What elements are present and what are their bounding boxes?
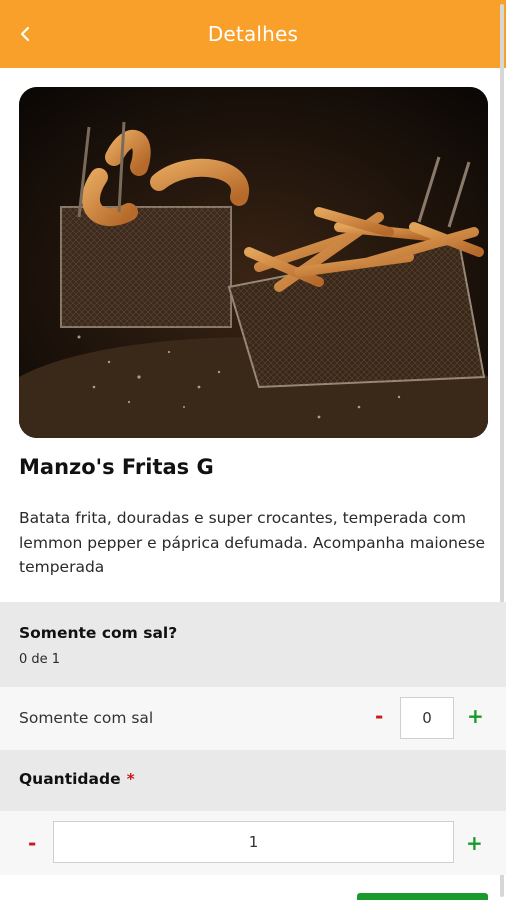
quantity-header: Quantidade * <box>0 750 506 811</box>
product-image <box>19 87 488 438</box>
option-increment-button[interactable]: + <box>467 704 484 728</box>
chevron-left-icon <box>20 26 30 42</box>
app-header: Detalhes <box>0 0 506 68</box>
option-group-title: Somente com sal? <box>19 624 178 642</box>
page-title: Detalhes <box>207 22 299 46</box>
product-name: Manzo's Fritas G <box>19 455 214 479</box>
quantity-input[interactable]: 1 <box>53 821 454 863</box>
quantity-decrement-button[interactable]: - <box>28 831 36 855</box>
option-group-header: Somente com sal? 0 de 1 <box>0 602 506 687</box>
add-to-cart-button[interactable] <box>357 893 488 900</box>
option-label: Somente com sal <box>19 709 154 727</box>
product-description: Batata frita, douradas e super crocantes… <box>19 509 486 576</box>
quantity-title: Quantidade * <box>19 770 135 788</box>
required-mark: * <box>126 770 135 788</box>
option-row: Somente com sal - 0 + <box>0 687 506 750</box>
quantity-stepper: - 1 + <box>0 811 506 875</box>
option-quantity-input[interactable]: 0 <box>400 697 454 739</box>
option-decrement-button[interactable]: - <box>375 704 383 728</box>
quantity-label: Quantidade <box>19 770 121 788</box>
option-group-count: 0 de 1 <box>19 652 61 667</box>
back-button[interactable] <box>12 20 38 48</box>
quantity-increment-button[interactable]: + <box>466 831 483 855</box>
